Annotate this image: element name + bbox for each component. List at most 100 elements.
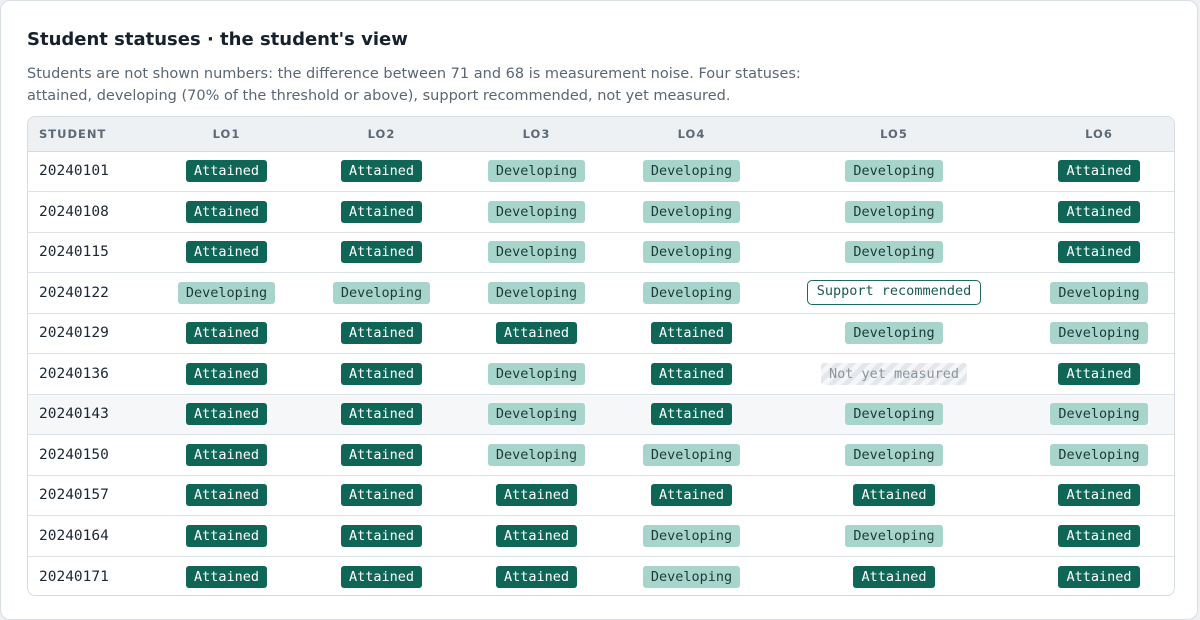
- table-header-row: STUDENT LO1 LO2 LO3 LO4 LO5 LO6: [28, 117, 1174, 152]
- status-badge-developing: Developing: [487, 281, 586, 304]
- status-cell-lo2: Attained: [308, 312, 455, 354]
- status-cell-lo4: Attained: [618, 312, 765, 354]
- status-cell-lo3: Developing: [455, 434, 618, 475]
- status-badge-attained: Attained: [340, 200, 423, 223]
- status-cell-lo2: Attained: [308, 353, 455, 394]
- status-cell-lo1: Attained: [145, 474, 308, 516]
- status-cell-lo4: Developing: [618, 151, 765, 192]
- table-row: 20240164 Attained Attained Attained Developi…: [28, 515, 1174, 556]
- status-cell-lo5: Developing: [765, 191, 1023, 232]
- status-badge-attained: Attained: [185, 160, 268, 183]
- status-cell-lo1: Attained: [145, 231, 308, 273]
- status-badge-attained: Attained: [340, 322, 423, 345]
- status-cell-lo3: Attained: [455, 312, 618, 354]
- status-cell-lo5: Developing: [765, 434, 1023, 475]
- status-cell-lo4: Developing: [618, 434, 765, 475]
- status-cell-lo3: Developing: [455, 272, 618, 313]
- status-badge-attained: Attained: [1058, 524, 1140, 547]
- status-cell-lo1: Attained: [145, 151, 308, 192]
- status-cell-lo1: Attained: [145, 312, 308, 354]
- column-header-lo2: LO2: [308, 117, 455, 152]
- status-cell-lo6: Attained: [1023, 151, 1174, 192]
- status-cell-lo4: Attained: [618, 474, 765, 516]
- status-cell-lo5: Developing: [765, 393, 1023, 435]
- status-table-wrapper: STUDENT LO1 LO2 LO3 LO4 LO5 LO6 20240101…: [27, 116, 1175, 596]
- column-header-lo4: LO4: [618, 117, 765, 152]
- column-header-student: STUDENT: [28, 117, 145, 152]
- status-badge-attained: Attained: [495, 524, 578, 547]
- status-cell-lo6: Attained: [1023, 353, 1174, 394]
- status-badge-attained: Attained: [185, 484, 268, 507]
- status-cell-lo2: Attained: [308, 393, 455, 435]
- status-badge-developing: Developing: [845, 200, 943, 223]
- student-id-cell: 20240108: [28, 191, 145, 232]
- status-badge-developing: Developing: [1050, 443, 1148, 466]
- status-badge-attained: Attained: [495, 565, 578, 588]
- status-badge-attained: Attained: [185, 443, 268, 466]
- status-cell-lo6: Attained: [1023, 555, 1174, 595]
- status-badge-developing: Developing: [487, 241, 586, 264]
- status-cell-lo3: Attained: [455, 555, 618, 595]
- status-cell-lo1: Attained: [145, 393, 308, 435]
- status-cell-lo4: Developing: [618, 272, 765, 313]
- table-row: 20240157 Attained Attained Attained Attained…: [28, 474, 1174, 516]
- student-id-cell: 20240101: [39, 163, 109, 180]
- column-header-lo5: LO5: [765, 117, 1023, 152]
- status-badge-developing: Developing: [845, 443, 943, 466]
- status-badge-attained: Attained: [495, 484, 578, 507]
- status-badge-developing: Developing: [1050, 322, 1148, 345]
- status-badge-attained: Attained: [185, 241, 268, 264]
- status-badge-developing: Developing: [1050, 403, 1148, 426]
- status-cell-lo4: Developing: [618, 515, 765, 556]
- column-header-lo6: LO6: [1023, 117, 1174, 152]
- status-badge-developing: Developing: [642, 160, 741, 183]
- status-cell-lo2: Attained: [308, 515, 455, 556]
- status-badge-attained: Attained: [495, 322, 578, 345]
- status-badge-developing: Developing: [487, 160, 586, 183]
- table-row: 20240150 Attained Attained Developing Develo…: [28, 434, 1174, 475]
- status-cell-lo2: Developing: [308, 272, 455, 313]
- status-cell-lo3: Developing: [455, 393, 618, 435]
- status-cell-lo3: Attained: [455, 474, 618, 516]
- status-badge-attained: Attained: [650, 403, 733, 426]
- status-badge-developing: Developing: [487, 362, 586, 385]
- status-badge-attained: Attained: [185, 403, 268, 426]
- status-cell-lo3: Developing: [455, 151, 618, 192]
- status-badge-developing: Developing: [845, 524, 943, 547]
- status-badge-developing: Developing: [642, 200, 741, 223]
- status-badge-developing: Developing: [177, 281, 276, 304]
- status-badge-attained: Attained: [1058, 484, 1140, 507]
- status-badge-developing: Developing: [642, 443, 741, 466]
- column-header-lo1: LO1: [145, 117, 308, 152]
- status-badge-attained: Attained: [650, 484, 733, 507]
- status-badge-developing: Developing: [845, 160, 943, 183]
- status-badge-attained: Attained: [185, 362, 268, 385]
- status-cell-lo6: Attained: [1023, 231, 1174, 273]
- status-cell-lo5: Developing: [765, 515, 1023, 556]
- status-cell-lo1: Attained: [145, 515, 308, 556]
- status-cell-lo1: Attained: [145, 555, 308, 595]
- student-id-cell: 20240115: [28, 231, 145, 273]
- status-badge-developing: Developing: [487, 443, 586, 466]
- status-table: STUDENT LO1 LO2 LO3 LO4 LO5 LO6 20240101…: [28, 117, 1174, 595]
- status-cell-lo6: Attained: [1023, 515, 1174, 556]
- status-cell-lo2: Attained: [308, 474, 455, 516]
- table-row: 20240129 Attained Attained Attained Attained…: [28, 312, 1174, 354]
- status-badge-attained: Attained: [650, 322, 733, 345]
- status-cell-lo4: Attained: [618, 393, 765, 435]
- table-row: 20240115 Attained Attained Developing Develo…: [28, 231, 1174, 273]
- status-cell-lo2: Attained: [308, 434, 455, 475]
- status-badge-attained: Attained: [853, 484, 935, 507]
- status-cell-lo5: Developing: [765, 231, 1023, 273]
- status-cell-lo5: Developing: [765, 151, 1023, 192]
- status-cell-lo2: Attained: [308, 151, 455, 192]
- status-badge-attained: Attained: [340, 565, 423, 588]
- page-subtitle: Students are not shown numbers: the diff…: [27, 66, 801, 104]
- table-row: 20240101 Attained Attained Developing Develo…: [28, 151, 1174, 192]
- student-id-cell: 20240171: [28, 555, 145, 595]
- status-badge-developing: Developing: [487, 200, 586, 223]
- status-badge-developing: Developing: [845, 241, 943, 264]
- student-id-cell: 20240143: [28, 393, 145, 435]
- status-cell-lo2: Attained: [308, 555, 455, 595]
- status-badge-attained: Attained: [340, 524, 423, 547]
